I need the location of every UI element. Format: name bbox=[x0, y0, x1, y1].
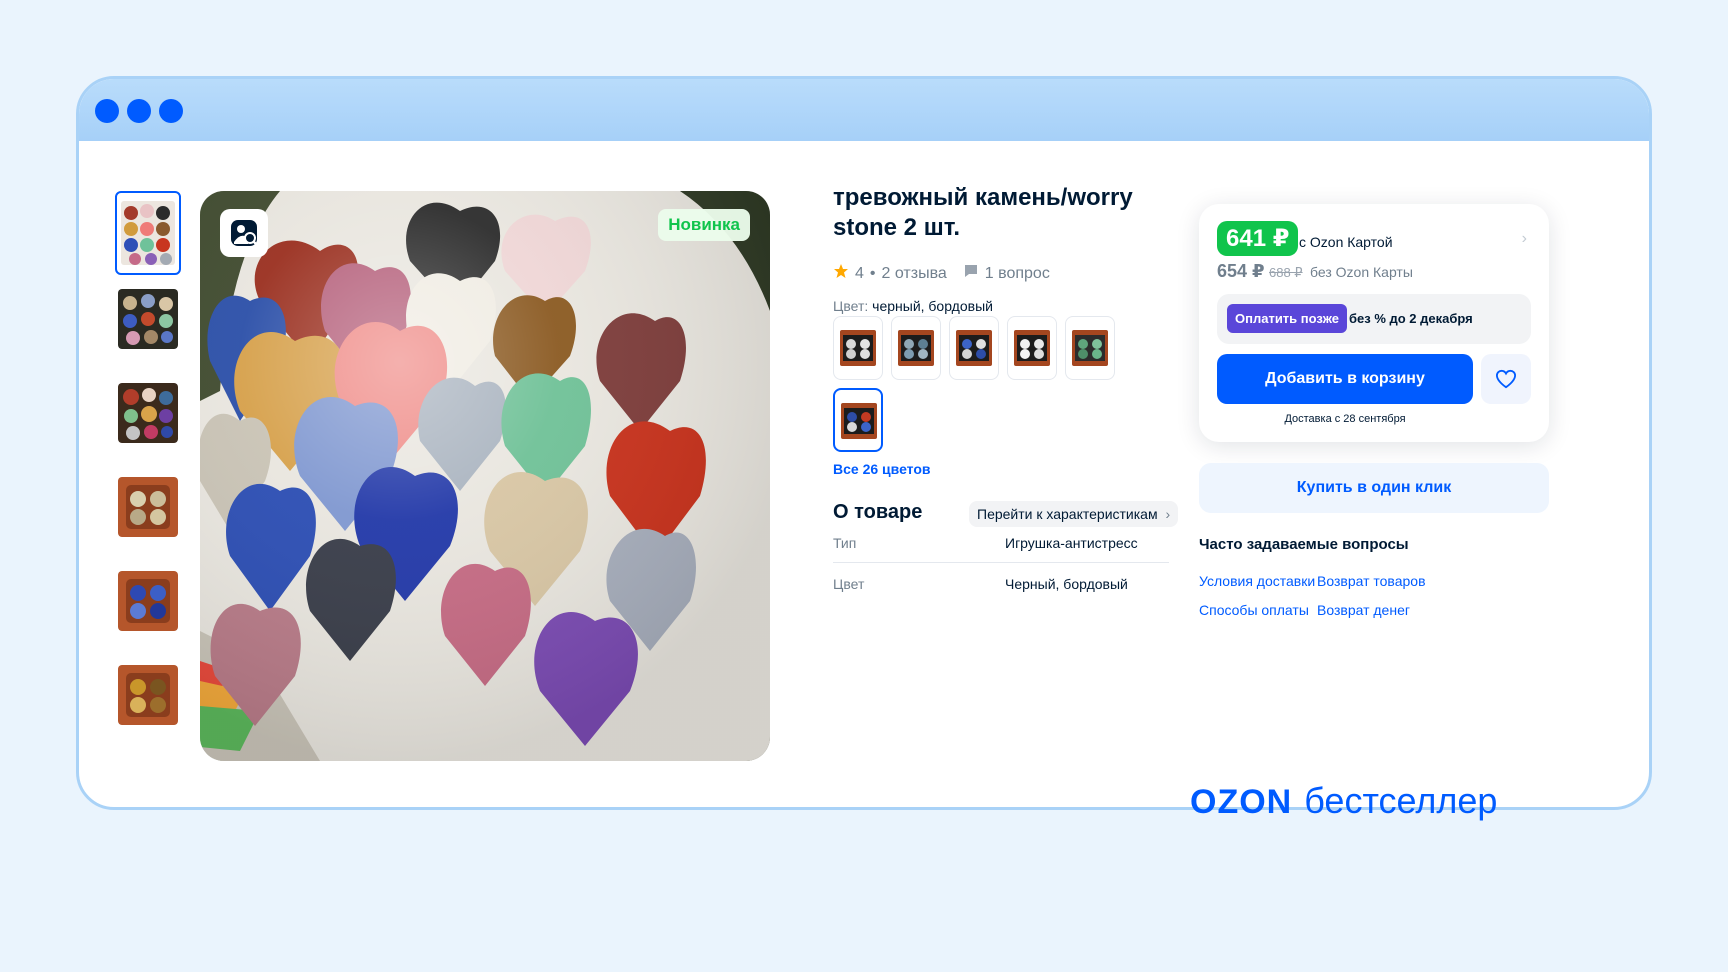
pay-later-text: без % до 2 декабря bbox=[1349, 311, 1473, 326]
window-titlebar bbox=[79, 79, 1649, 141]
swatch-image bbox=[840, 330, 876, 366]
rating-separator: • bbox=[869, 264, 876, 282]
price-card: 641 ₽ с Ozon Картой › 654 ₽ 688 ₽ без Oz… bbox=[1199, 204, 1549, 442]
new-badge: Новинка bbox=[658, 209, 750, 241]
thumbnail-strip bbox=[114, 191, 182, 759]
image-search-button[interactable] bbox=[220, 209, 268, 257]
faq-link-refund[interactable]: Возврат денег bbox=[1317, 602, 1410, 618]
color-swatch-1[interactable] bbox=[833, 316, 883, 380]
about-title: О товаре bbox=[833, 501, 923, 523]
thumbnail-image bbox=[118, 571, 178, 631]
favorite-button[interactable] bbox=[1481, 354, 1531, 404]
color-swatch-6-selected[interactable] bbox=[833, 388, 883, 452]
window-dot-2[interactable] bbox=[127, 99, 151, 123]
product-title: тревожный камень/worry stone 2 шт. bbox=[833, 184, 1133, 241]
thumbnail-1[interactable] bbox=[115, 191, 181, 275]
thumbnail-image bbox=[118, 477, 178, 537]
color-swatch-3[interactable] bbox=[949, 316, 999, 380]
thumbnail-2[interactable] bbox=[118, 289, 178, 349]
rating-row[interactable]: 4 • 2 отзыва 1 вопрос bbox=[833, 263, 1050, 284]
color-swatch-2[interactable] bbox=[891, 316, 941, 380]
thumbnail-5[interactable] bbox=[118, 571, 178, 631]
spec-divider bbox=[833, 562, 1169, 563]
color-swatch-4[interactable] bbox=[1007, 316, 1057, 380]
questions-link[interactable]: 1 вопрос bbox=[985, 265, 1050, 283]
spec-value: Игрушка-антистресс bbox=[1005, 535, 1138, 551]
swatch-image bbox=[841, 403, 877, 439]
color-row: Цвет: черный, бордовый bbox=[833, 298, 993, 314]
color-label: Цвет: bbox=[833, 298, 869, 314]
swatch-image bbox=[1072, 330, 1108, 366]
spec-row-type: Тип Игрушка-антистресс bbox=[833, 535, 1169, 575]
add-to-cart-button[interactable]: Добавить в корзину bbox=[1217, 354, 1473, 404]
window-dot-3[interactable] bbox=[159, 99, 183, 123]
window-dot-1[interactable] bbox=[95, 99, 119, 123]
thumbnail-6[interactable] bbox=[118, 665, 178, 725]
star-icon bbox=[833, 263, 849, 284]
color-swatch-5[interactable] bbox=[1065, 316, 1115, 380]
color-value: черный, бордовый bbox=[872, 298, 993, 314]
faq-link-returns[interactable]: Возврат товаров bbox=[1317, 573, 1426, 589]
old-price: 688 ₽ bbox=[1269, 265, 1303, 280]
specs-link-label: Перейти к характеристикам bbox=[977, 506, 1158, 522]
ozon-card-price[interactable]: 641 ₽ bbox=[1217, 221, 1299, 256]
browser-window: Новинка тревожный камень/worry stone 2 ш… bbox=[76, 76, 1652, 810]
faq-title: Часто задаваемые вопросы bbox=[1199, 536, 1409, 553]
pay-later-box: Оплатить позже без % до 2 декабря bbox=[1217, 294, 1531, 344]
main-product-image[interactable]: Новинка bbox=[200, 191, 770, 761]
worry-stones-photo bbox=[200, 191, 770, 761]
heart-icon bbox=[1495, 369, 1517, 389]
rating-value: 4 bbox=[855, 264, 864, 282]
reviews-link[interactable]: 2 отзыва bbox=[882, 265, 947, 283]
faq-link-delivery[interactable]: Условия доставки bbox=[1199, 573, 1315, 589]
spec-value: Черный, бордовый bbox=[1005, 576, 1128, 592]
image-search-icon bbox=[231, 220, 258, 246]
specs-link[interactable]: Перейти к характеристикам › bbox=[969, 501, 1179, 527]
bestseller-label: бестселлер bbox=[1304, 780, 1498, 821]
buy-one-click-button[interactable]: Купить в один клик bbox=[1199, 463, 1549, 513]
chat-icon bbox=[963, 263, 979, 284]
ozon-logo: OZON bbox=[1190, 783, 1293, 821]
ozon-card-label: с Ozon Картой bbox=[1299, 234, 1393, 250]
all-colors-link[interactable]: Все 26 цветов bbox=[833, 461, 931, 477]
thumbnail-4[interactable] bbox=[118, 477, 178, 537]
thumbnail-image bbox=[118, 665, 178, 725]
thumbnail-image bbox=[118, 289, 178, 349]
delivery-info: Доставка с 28 сентября bbox=[1284, 413, 1406, 425]
pay-later-button[interactable]: Оплатить позже bbox=[1227, 304, 1347, 333]
thumbnail-image bbox=[118, 383, 178, 443]
product-page: Новинка тревожный камень/worry stone 2 ш… bbox=[79, 141, 1649, 807]
regular-price: 654 ₽ bbox=[1217, 261, 1265, 281]
spec-key: Тип bbox=[833, 535, 857, 551]
faq-link-payment[interactable]: Способы оплаты bbox=[1199, 602, 1309, 618]
chevron-right-icon[interactable]: › bbox=[1522, 230, 1527, 248]
chevron-right-icon: › bbox=[1165, 506, 1171, 522]
spec-row-color: Цвет Черный, бордовый bbox=[833, 576, 1169, 616]
thumbnail-image bbox=[121, 201, 175, 265]
no-card-label: без Ozon Карты bbox=[1310, 264, 1413, 280]
spec-key: Цвет bbox=[833, 576, 865, 592]
swatch-image bbox=[956, 330, 992, 366]
swatch-image bbox=[1014, 330, 1050, 366]
brand-footer: OZON бестселлер bbox=[1190, 780, 1497, 822]
swatch-image bbox=[898, 330, 934, 366]
thumbnail-3[interactable] bbox=[118, 383, 178, 443]
